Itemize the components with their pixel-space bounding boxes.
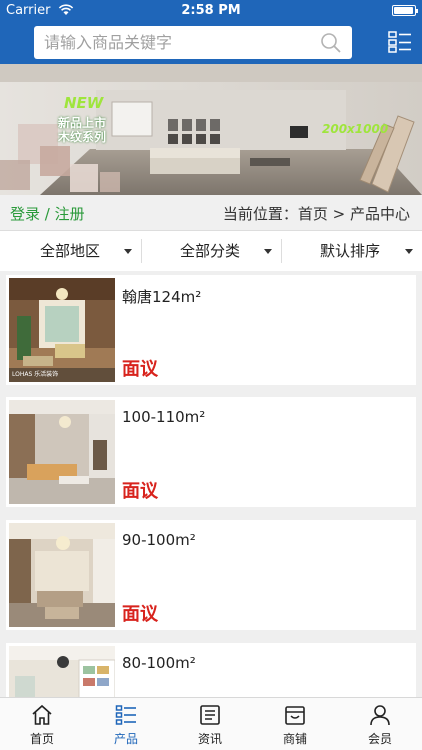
product-title: 100-110m² bbox=[122, 408, 206, 426]
filter-category[interactable]: 全部分类 bbox=[180, 231, 240, 271]
product-price: 面议 bbox=[122, 481, 158, 502]
register-link[interactable]: 注册 bbox=[55, 205, 85, 223]
product-price: 面议 bbox=[122, 359, 158, 380]
product-card[interactable]: 80-100m² 面议 bbox=[6, 643, 416, 697]
filter-divider bbox=[281, 239, 282, 263]
product-thumbnail bbox=[9, 400, 115, 504]
tab-home[interactable]: 首页 bbox=[0, 698, 84, 750]
filter-divider bbox=[141, 239, 142, 263]
search-box[interactable] bbox=[34, 26, 352, 59]
tab-member[interactable]: 会员 bbox=[338, 698, 422, 750]
tab-member-label: 会员 bbox=[367, 732, 392, 746]
product-thumbnail bbox=[9, 523, 115, 627]
list-icon bbox=[115, 705, 136, 725]
product-card[interactable]: LOHAS 乐活装饰 翰唐124m² 面议 bbox=[6, 275, 416, 385]
tab-products[interactable]: 产品 bbox=[84, 698, 168, 750]
chevron-down-icon bbox=[124, 249, 132, 254]
tab-products-label: 产品 bbox=[113, 732, 138, 746]
product-card[interactable]: 90-100m² 面议 bbox=[6, 520, 416, 630]
category-menu-icon[interactable] bbox=[388, 31, 412, 53]
bottom-tab-bar: 首页 产品 资讯 商铺 会员 bbox=[0, 697, 422, 750]
product-thumbnail bbox=[9, 646, 115, 697]
app-header: Carrier 2:58 PM bbox=[0, 0, 422, 64]
tab-shop[interactable]: 商铺 bbox=[253, 698, 337, 750]
breadcrumb-bar: 登录 / 注册 当前位置：首页 > 产品中心 bbox=[0, 195, 422, 231]
status-bar: Carrier 2:58 PM bbox=[0, 0, 422, 22]
filter-region[interactable]: 全部地区 bbox=[40, 231, 100, 271]
product-title: 90-100m² bbox=[122, 531, 196, 549]
product-card[interactable]: 100-110m² 面议 bbox=[6, 397, 416, 507]
banner-promo-line-2: 木纹系列 bbox=[58, 130, 107, 144]
login-link[interactable]: 登录 bbox=[10, 205, 40, 223]
news-icon bbox=[200, 705, 220, 725]
search-input[interactable] bbox=[44, 26, 314, 59]
filter-sort[interactable]: 默认排序 bbox=[320, 231, 380, 271]
tab-news-label: 资讯 bbox=[197, 732, 222, 746]
shop-icon bbox=[285, 706, 305, 725]
auth-separator: / bbox=[44, 205, 50, 223]
status-time: 2:58 PM bbox=[181, 3, 241, 18]
tab-shop-label: 商铺 bbox=[282, 732, 307, 746]
filter-sort-label: 默认排序 bbox=[320, 242, 381, 260]
breadcrumb: 当前位置：首页 > 产品中心 bbox=[222, 205, 410, 223]
banner-tile-size: 200x1000 bbox=[322, 122, 389, 136]
chevron-down-icon bbox=[264, 249, 272, 254]
product-title: 80-100m² bbox=[122, 654, 196, 672]
auth-links: 登录 / 注册 bbox=[10, 203, 85, 224]
home-icon bbox=[32, 704, 52, 725]
filter-category-label: 全部分类 bbox=[180, 242, 241, 260]
filter-bar: 全部地区 全部分类 默认排序 bbox=[0, 231, 422, 271]
chevron-down-icon bbox=[405, 249, 413, 254]
tab-news[interactable]: 资讯 bbox=[168, 698, 252, 750]
tab-home-label: 首页 bbox=[29, 732, 54, 746]
user-icon bbox=[370, 705, 390, 726]
search-icon[interactable] bbox=[320, 32, 342, 54]
product-thumbnail: LOHAS 乐活装饰 bbox=[9, 278, 115, 382]
product-title: 翰唐124m² bbox=[122, 288, 202, 306]
promo-banner[interactable]: NEW 新品上市 木纹系列 200x1000 bbox=[0, 64, 422, 195]
product-price: 面议 bbox=[122, 604, 158, 625]
filter-region-label: 全部地区 bbox=[40, 242, 101, 260]
banner-badge: NEW bbox=[64, 94, 104, 112]
product-list: LOHAS 乐活装饰 翰唐124m² 面议 100-110m² 面议 90-10… bbox=[0, 275, 422, 697]
battery-icon bbox=[392, 5, 418, 16]
thumbnail-logo-text: LOHAS 乐活装饰 bbox=[12, 371, 59, 378]
